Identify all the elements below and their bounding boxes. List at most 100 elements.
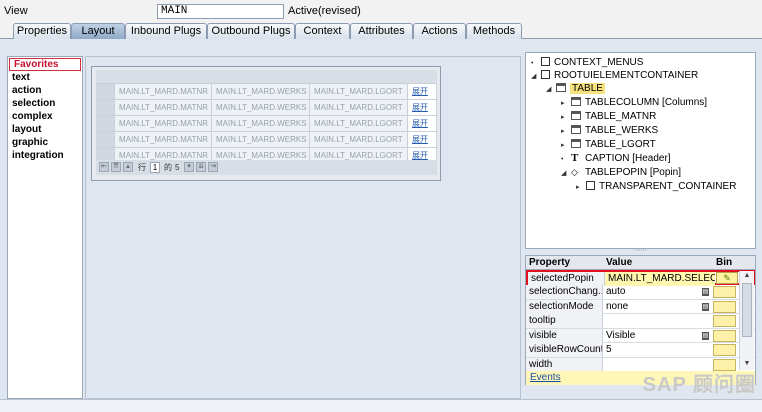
tree-node-transparent-container[interactable]: ▸ TRANSPARENT_CONTAINER [576,180,736,193]
expanded-arrow-icon[interactable]: ◢ [531,70,541,83]
row-selector[interactable] [96,100,115,115]
expand-link[interactable]: 展开 [408,84,437,99]
tab-context[interactable]: Context [295,23,350,39]
tree-node-context-menus[interactable]: • CONTEXT_MENUS [531,56,643,69]
expanded-arrow-icon[interactable]: ◢ [546,83,556,96]
property-row-width[interactable]: width [526,357,755,372]
bind-button[interactable] [713,286,736,298]
table-grid: MAIN.LT_MARD.MATNR MAIN.LT_MARD.WERKS MA… [96,70,437,164]
page-down-icon[interactable]: ⇊ [196,162,206,172]
category-text[interactable]: text [8,72,82,85]
row-selector[interactable] [96,84,115,99]
property-row-selectionchange[interactable]: selectionChang... auto ▤ [526,285,755,300]
category-complex[interactable]: complex [8,111,82,124]
category-action[interactable]: action [8,85,82,98]
tab-inbound-plugs[interactable]: Inbound Plugs [125,23,207,39]
bind-button[interactable] [713,329,736,342]
last-page-icon[interactable]: ⇥ [208,162,218,172]
tree-node-root-container[interactable]: ◢ ROOTUIELEMENTCONTAINER [531,69,698,82]
tree-node-tablepopin[interactable]: ◢ ◇ TABLEPOPIN [Popin] [561,166,681,179]
property-scrollbar[interactable]: ▲ ▼ [739,271,754,370]
tab-actions[interactable]: Actions [413,23,466,39]
property-row-visiblerowcount[interactable]: visibleRowCount 5 [526,343,755,358]
bind-button[interactable] [713,344,736,356]
property-row-selectionmode[interactable]: selectionMode none ▤ [526,299,755,314]
table-icon [556,83,566,92]
tree-node-caption[interactable]: • T CAPTION [Header] [561,152,671,165]
category-layout[interactable]: layout [8,124,82,137]
scroll-thumb[interactable] [742,283,752,337]
view-label: View [4,5,28,17]
tab-methods[interactable]: Methods [466,23,522,39]
dropdown-icon[interactable]: ▤ [702,288,709,296]
tree-node-table-matnr[interactable]: ▸ TABLE_MATNR [561,110,656,123]
row-down-icon[interactable]: ▾ [184,162,194,172]
ui-element-tree: • CONTEXT_MENUS ◢ ROOTUIELEMENTCONTAINER ◢… [525,52,756,249]
property-row-visible[interactable]: visible Visible ▤ [526,328,755,343]
collapsed-arrow-icon[interactable]: ▸ [561,139,571,152]
property-value[interactable]: 5 [603,343,713,357]
view-name-field[interactable]: MAIN [157,4,284,19]
expand-link[interactable]: 展开 [408,132,437,147]
layout-editor: Favorites text action selection complex … [0,39,762,399]
tab-layout[interactable]: Layout [71,23,125,39]
collapsed-arrow-icon[interactable]: ▸ [576,181,586,194]
diamond-icon: ◇ [571,167,578,177]
scroll-up-icon[interactable]: ▲ [742,272,752,280]
bind-button[interactable] [713,315,736,327]
property-grid: Property Value Bin selectedPopin MAIN.LT… [525,255,756,385]
tree-node-tablecolumn[interactable]: ▸ TABLECOLUMN [Columns] [561,96,707,109]
tree-node-table-lgort[interactable]: ▸ TABLE_LGORT [561,138,656,151]
tab-outbound-plugs[interactable]: Outbound Plugs [207,23,295,39]
bind-icon[interactable]: ✎ [716,272,738,284]
collapsed-arrow-icon[interactable]: ▸ [561,125,571,138]
tree-node-table[interactable]: ◢ TABLE [546,82,605,95]
property-value[interactable]: MAIN.LT_MARD.SELEC... [605,272,715,286]
expanded-arrow-icon[interactable]: ◢ [561,167,571,180]
dropdown-icon[interactable]: ▤ [702,302,709,311]
tree-node-table-werks[interactable]: ▸ TABLE_WERKS [561,124,658,137]
category-favorites[interactable]: Favorites [9,58,81,71]
expand-link[interactable]: 展开 [408,100,437,115]
collapsed-arrow-icon[interactable]: ▸ [561,97,571,110]
row-total: 5 [175,163,180,172]
category-graphic[interactable]: graphic [8,137,82,150]
scroll-down-icon[interactable]: ▼ [742,360,752,368]
tab-properties[interactable]: Properties [13,23,71,39]
expand-link[interactable]: 展开 [408,116,437,131]
property-row-selectedpopin[interactable]: selectedPopin MAIN.LT_MARD.SELEC... ✎ [526,270,755,286]
category-integration[interactable]: integration [8,150,82,163]
value-column-header: Value [606,257,633,268]
bind-button[interactable] [713,300,736,313]
row-number-input[interactable]: 1 [150,162,160,173]
property-name: tooltip [526,314,603,328]
cell-matnr: MAIN.LT_MARD.MATNR [115,116,212,131]
cell-werks: MAIN.LT_MARD.WERKS [212,84,310,99]
page-up-icon[interactable]: ⇈ [111,162,121,172]
box-icon [541,70,550,79]
property-column-header: Property [529,257,571,268]
tab-attributes[interactable]: Attributes [350,23,413,39]
row-up-icon[interactable]: ▴ [123,162,133,172]
property-name: selectedPopin [528,272,605,286]
row-selector[interactable] [96,132,115,147]
category-selection[interactable]: selection [8,98,82,111]
cell-lgort: MAIN.LT_MARD.LGORT [310,116,408,131]
collapsed-arrow-icon[interactable]: ▸ [561,111,571,124]
property-value[interactable] [603,314,713,328]
cell-werks: MAIN.LT_MARD.WERKS [212,116,310,131]
property-value[interactable]: Visible [603,329,713,343]
property-value[interactable] [603,358,713,372]
bind-button[interactable] [713,358,736,371]
property-value[interactable]: none [603,300,713,314]
first-page-icon[interactable]: ⇤ [99,162,109,172]
table-preview[interactable]: MAIN.LT_MARD.MATNR MAIN.LT_MARD.WERKS MA… [91,66,441,181]
design-canvas[interactable]: MAIN.LT_MARD.MATNR MAIN.LT_MARD.WERKS MA… [85,56,521,399]
property-name: width [526,357,603,372]
dropdown-icon[interactable]: ▤ [702,331,709,340]
property-row-tooltip[interactable]: tooltip [526,314,755,329]
view-header: View MAIN Active(revised) [0,0,762,22]
row-selector[interactable] [96,116,115,131]
property-value[interactable]: auto [603,285,713,299]
events-link[interactable]: Events [530,372,561,383]
